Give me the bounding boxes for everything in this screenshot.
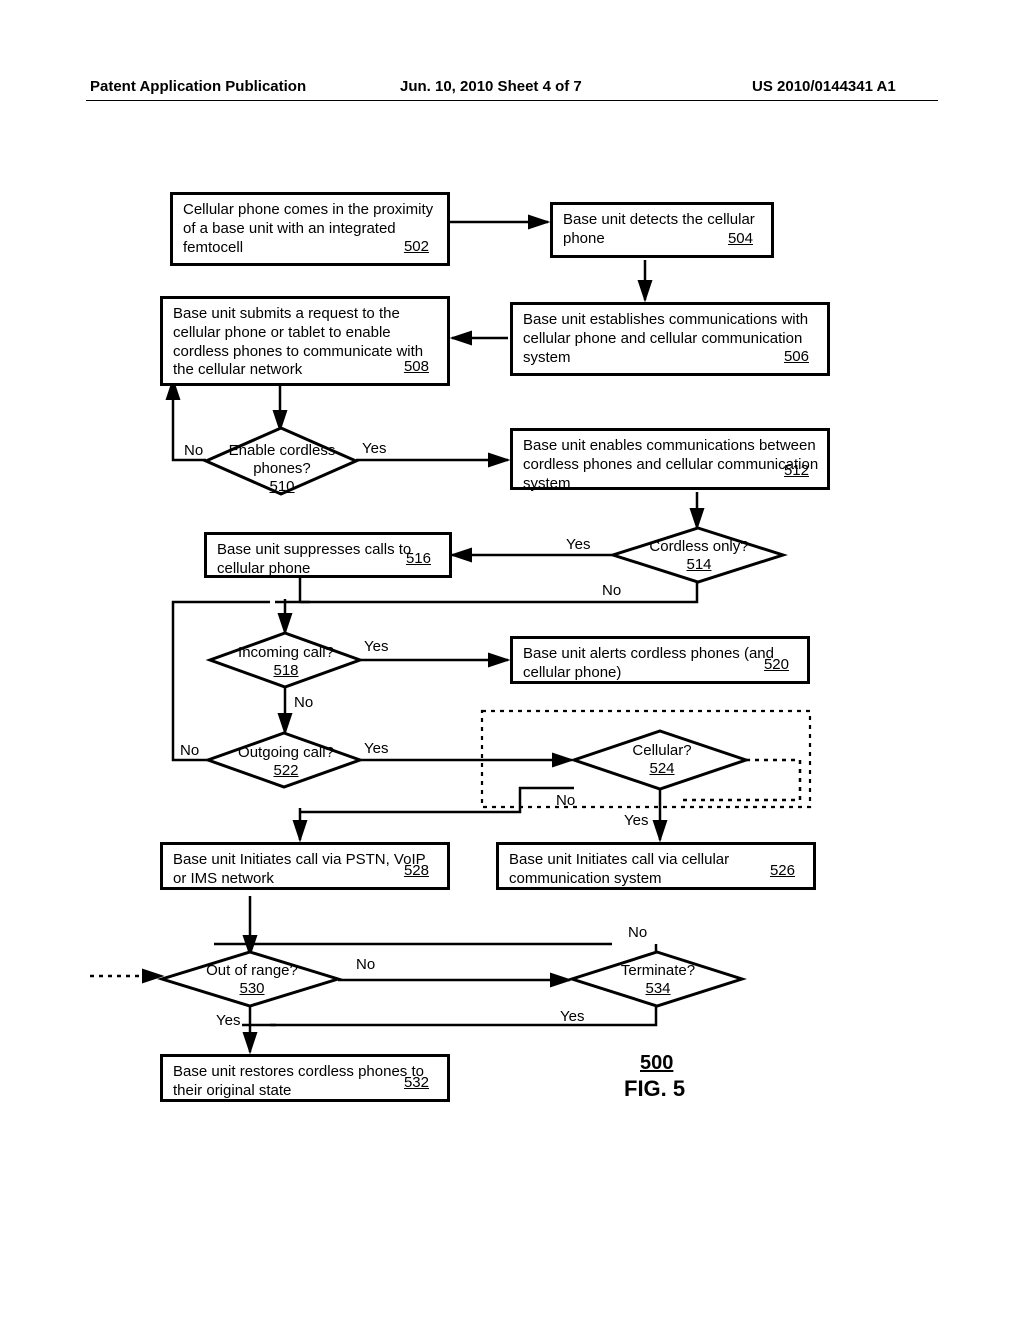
label-530-yes: Yes <box>216 1012 240 1029</box>
diamond-524-label: Cellular?524 <box>614 742 710 778</box>
box-504-ref: 504 <box>728 230 753 249</box>
box-506-ref: 506 <box>784 348 809 367</box>
box-516: Base unit suppresses calls to cellular p… <box>204 532 452 578</box>
box-528-text: Base unit Initiates call via PSTN, VoIP … <box>173 851 425 887</box>
diamond-510-label: Enable cordless phones?510 <box>226 442 338 496</box>
box-512: Base unit enables communications between… <box>510 428 830 490</box>
label-518-no: No <box>294 694 313 711</box>
box-520-ref: 520 <box>764 656 789 675</box>
box-502-text: Cellular phone comes in the proximity of… <box>183 201 433 256</box>
label-522-yes: Yes <box>364 740 388 757</box>
label-534-yes: Yes <box>560 1008 584 1025</box>
figure-ref: 500 <box>640 1052 673 1075</box>
box-526-ref: 526 <box>770 862 795 881</box>
box-502: Cellular phone comes in the proximity of… <box>170 192 450 266</box>
box-532: Base unit restores cordless phones to th… <box>160 1054 450 1102</box>
label-518-yes: Yes <box>364 638 388 655</box>
label-524-no: No <box>556 792 575 809</box>
label-514-yes: Yes <box>566 536 590 553</box>
box-528-ref: 528 <box>404 862 429 881</box>
box-516-ref: 516 <box>406 550 431 569</box>
diamond-514-label: Cordless only?514 <box>640 538 758 574</box>
box-506-text: Base unit establishes communications wit… <box>523 311 808 366</box>
box-520-text: Base unit alerts cordless phones (and ce… <box>523 645 774 681</box>
box-506: Base unit establishes communications wit… <box>510 302 830 376</box>
diamond-522-label: Outgoing call?522 <box>228 744 344 780</box>
label-510-no: No <box>184 442 203 459</box>
figure-name: FIG. 5 <box>624 1076 685 1102</box>
diamond-518-label: Incoming call?518 <box>228 644 344 680</box>
label-510-yes: Yes <box>362 440 386 457</box>
box-508-text: Base unit submits a request to the cellu… <box>173 305 423 378</box>
box-526-text: Base unit Initiates call via cellular co… <box>509 851 729 887</box>
label-522-no: No <box>180 742 199 759</box>
box-532-ref: 532 <box>404 1074 429 1093</box>
box-504-text: Base unit detects the cellular phone <box>563 211 755 247</box>
label-534-no: No <box>628 924 647 941</box>
label-524-yes: Yes <box>624 812 648 829</box>
box-508-ref: 508 <box>404 358 429 377</box>
box-512-ref: 512 <box>784 462 809 481</box>
box-512-text: Base unit enables communications between… <box>523 437 818 492</box>
box-508: Base unit submits a request to the cellu… <box>160 296 450 386</box>
box-526: Base unit Initiates call via cellular co… <box>496 842 816 890</box>
box-520: Base unit alerts cordless phones (and ce… <box>510 636 810 684</box>
box-516-text: Base unit suppresses calls to cellular p… <box>217 541 411 577</box>
diamond-534-label: Terminate?534 <box>604 962 712 998</box>
box-504: Base unit detects the cellular phone 504 <box>550 202 774 258</box>
box-502-ref: 502 <box>404 238 429 257</box>
box-532-text: Base unit restores cordless phones to th… <box>173 1063 424 1099</box>
label-514-no: No <box>602 582 621 599</box>
label-530-no: No <box>356 956 375 973</box>
flowchart-diagram: Cellular phone comes in the proximity of… <box>0 0 1024 1320</box>
diamond-530-label: Out of range?530 <box>194 962 310 998</box>
box-528: Base unit Initiates call via PSTN, VoIP … <box>160 842 450 890</box>
